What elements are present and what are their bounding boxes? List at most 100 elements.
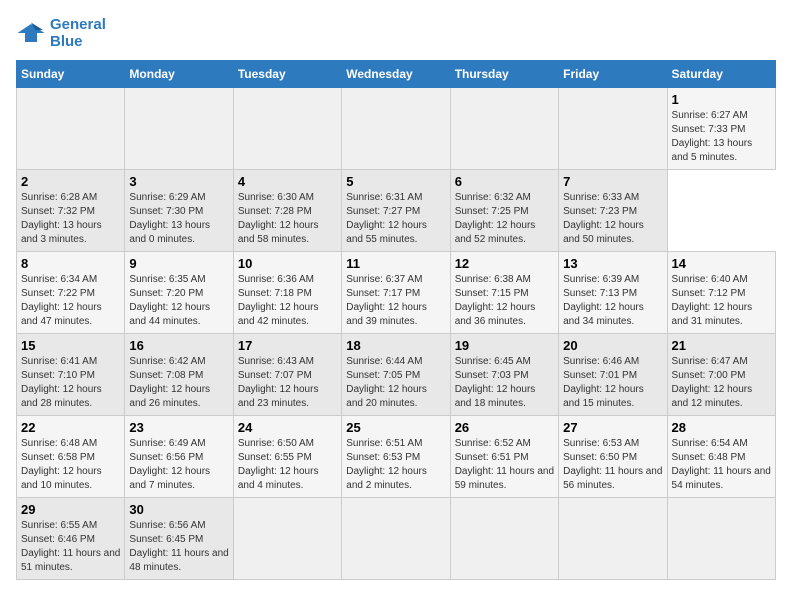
logo: General Blue	[16, 16, 106, 50]
day-info: Sunrise: 6:42 AMSunset: 7:08 PMDaylight:…	[129, 355, 228, 411]
day-number: 13	[563, 256, 662, 271]
day-number: 12	[455, 256, 554, 271]
day-number: 25	[346, 420, 445, 435]
day-info: Sunrise: 6:43 AMSunset: 7:07 PMDaylight:…	[238, 355, 337, 411]
day-number: 4	[238, 174, 337, 189]
day-cell: 7Sunrise: 6:33 AMSunset: 7:23 PMDaylight…	[559, 170, 667, 252]
day-number: 18	[346, 338, 445, 353]
day-number: 24	[238, 420, 337, 435]
day-cell: 3 Sunrise: 6:29 AMSunset: 7:30 PMDaylight…	[125, 170, 233, 252]
day-cell: 26 Sunrise: 6:52 AMSunset: 6:51 PMDayligh…	[450, 416, 558, 498]
day-cell: 13Sunrise: 6:39 AMSunset: 7:13 PMDayligh…	[559, 252, 667, 334]
day-number: 21	[672, 338, 771, 353]
day-cell: 30 Sunrise: 6:56 AMSunset: 6:45 PMDayligh…	[125, 498, 233, 580]
day-cell: 22Sunrise: 6:48 AMSunset: 6:58 PMDayligh…	[17, 416, 125, 498]
day-cell: 5 Sunrise: 6:31 AMSunset: 7:27 PMDaylight…	[342, 170, 450, 252]
day-info: Sunrise: 6:29 AMSunset: 7:30 PMDaylight:…	[129, 191, 228, 247]
day-cell: 1 Sunrise: 6:27 AMSunset: 7:33 PMDaylight…	[667, 88, 775, 170]
day-info: Sunrise: 6:31 AMSunset: 7:27 PMDaylight:…	[346, 191, 445, 247]
empty-day-cell	[17, 88, 125, 170]
day-number: 23	[129, 420, 228, 435]
empty-day-cell	[667, 498, 775, 580]
empty-day-cell	[450, 498, 558, 580]
day-number: 30	[129, 502, 228, 517]
weekday-header: Wednesday	[342, 61, 450, 88]
day-info: Sunrise: 6:27 AMSunset: 7:33 PMDaylight:…	[672, 109, 771, 165]
calendar-week-row: 1 Sunrise: 6:27 AMSunset: 7:33 PMDaylight…	[17, 88, 776, 170]
calendar-week-row: 8Sunrise: 6:34 AMSunset: 7:22 PMDaylight…	[17, 252, 776, 334]
weekday-header: Tuesday	[233, 61, 341, 88]
day-number: 14	[672, 256, 771, 271]
day-info: Sunrise: 6:32 AMSunset: 7:25 PMDaylight:…	[455, 191, 554, 247]
day-info: Sunrise: 6:52 AMSunset: 6:51 PMDaylight:…	[455, 437, 554, 493]
day-cell: 15Sunrise: 6:41 AMSunset: 7:10 PMDayligh…	[17, 334, 125, 416]
day-info: Sunrise: 6:28 AMSunset: 7:32 PMDaylight:…	[21, 191, 120, 247]
day-cell: 11 Sunrise: 6:37 AMSunset: 7:17 PMDayligh…	[342, 252, 450, 334]
empty-day-cell	[559, 88, 667, 170]
empty-day-cell	[125, 88, 233, 170]
empty-day-cell	[233, 498, 341, 580]
day-cell: 19Sunrise: 6:45 AMSunset: 7:03 PMDayligh…	[450, 334, 558, 416]
day-cell: 9Sunrise: 6:35 AMSunset: 7:20 PMDaylight…	[125, 252, 233, 334]
day-number: 26	[455, 420, 554, 435]
day-number: 6	[455, 174, 554, 189]
weekday-header: Saturday	[667, 61, 775, 88]
day-info: Sunrise: 6:41 AMSunset: 7:10 PMDaylight:…	[21, 355, 120, 411]
calendar-week-row: 15Sunrise: 6:41 AMSunset: 7:10 PMDayligh…	[17, 334, 776, 416]
day-info: Sunrise: 6:51 AMSunset: 6:53 PMDaylight:…	[346, 437, 445, 493]
weekday-header: Monday	[125, 61, 233, 88]
empty-day-cell	[559, 498, 667, 580]
day-number: 20	[563, 338, 662, 353]
day-info: Sunrise: 6:37 AMSunset: 7:17 PMDaylight:…	[346, 273, 445, 329]
empty-day-cell	[342, 88, 450, 170]
day-info: Sunrise: 6:45 AMSunset: 7:03 PMDaylight:…	[455, 355, 554, 411]
day-cell: 8Sunrise: 6:34 AMSunset: 7:22 PMDaylight…	[17, 252, 125, 334]
day-cell: 12Sunrise: 6:38 AMSunset: 7:15 PMDayligh…	[450, 252, 558, 334]
day-number: 7	[563, 174, 662, 189]
empty-day-cell	[342, 498, 450, 580]
day-cell: 29 Sunrise: 6:55 AMSunset: 6:46 PMDayligh…	[17, 498, 125, 580]
day-info: Sunrise: 6:46 AMSunset: 7:01 PMDaylight:…	[563, 355, 662, 411]
calendar-table: SundayMondayTuesdayWednesdayThursdayFrid…	[16, 60, 776, 580]
day-cell: 18 Sunrise: 6:44 AMSunset: 7:05 PMDayligh…	[342, 334, 450, 416]
day-cell: 20 Sunrise: 6:46 AMSunset: 7:01 PMDayligh…	[559, 334, 667, 416]
day-info: Sunrise: 6:55 AMSunset: 6:46 PMDaylight:…	[21, 519, 120, 575]
day-cell: 25 Sunrise: 6:51 AMSunset: 6:53 PMDayligh…	[342, 416, 450, 498]
weekday-header: Thursday	[450, 61, 558, 88]
day-cell: 23 Sunrise: 6:49 AMSunset: 6:56 PMDayligh…	[125, 416, 233, 498]
day-cell: 2 Sunrise: 6:28 AMSunset: 7:32 PMDaylight…	[17, 170, 125, 252]
day-cell: 14 Sunrise: 6:40 AMSunset: 7:12 PMDayligh…	[667, 252, 775, 334]
day-info: Sunrise: 6:44 AMSunset: 7:05 PMDaylight:…	[346, 355, 445, 411]
day-number: 9	[129, 256, 228, 271]
day-info: Sunrise: 6:54 AMSunset: 6:48 PMDaylight:…	[672, 437, 771, 493]
calendar-header: SundayMondayTuesdayWednesdayThursdayFrid…	[17, 61, 776, 88]
calendar-body: 1 Sunrise: 6:27 AMSunset: 7:33 PMDaylight…	[17, 88, 776, 580]
day-number: 3	[129, 174, 228, 189]
day-info: Sunrise: 6:50 AMSunset: 6:55 PMDaylight:…	[238, 437, 337, 493]
day-number: 11	[346, 256, 445, 271]
day-cell: 4Sunrise: 6:30 AMSunset: 7:28 PMDaylight…	[233, 170, 341, 252]
day-cell: 24 Sunrise: 6:50 AMSunset: 6:55 PMDayligh…	[233, 416, 341, 498]
day-number: 5	[346, 174, 445, 189]
day-info: Sunrise: 6:36 AMSunset: 7:18 PMDaylight:…	[238, 273, 337, 329]
calendar-week-row: 29 Sunrise: 6:55 AMSunset: 6:46 PMDayligh…	[17, 498, 776, 580]
day-number: 27	[563, 420, 662, 435]
day-info: Sunrise: 6:53 AMSunset: 6:50 PMDaylight:…	[563, 437, 662, 493]
day-number: 2	[21, 174, 120, 189]
day-number: 8	[21, 256, 120, 271]
day-number: 10	[238, 256, 337, 271]
day-info: Sunrise: 6:40 AMSunset: 7:12 PMDaylight:…	[672, 273, 771, 329]
empty-day-cell	[233, 88, 341, 170]
day-info: Sunrise: 6:56 AMSunset: 6:45 PMDaylight:…	[129, 519, 228, 575]
day-cell: 6 Sunrise: 6:32 AMSunset: 7:25 PMDaylight…	[450, 170, 558, 252]
weekday-header: Friday	[559, 61, 667, 88]
logo-text-blue: Blue	[50, 33, 106, 50]
day-cell: 28Sunrise: 6:54 AMSunset: 6:48 PMDayligh…	[667, 416, 775, 498]
day-info: Sunrise: 6:49 AMSunset: 6:56 PMDaylight:…	[129, 437, 228, 493]
day-number: 1	[672, 92, 771, 107]
day-number: 29	[21, 502, 120, 517]
day-cell: 27 Sunrise: 6:53 AMSunset: 6:50 PMDayligh…	[559, 416, 667, 498]
page-header: General Blue	[16, 16, 776, 50]
day-number: 16	[129, 338, 228, 353]
day-cell: 17Sunrise: 6:43 AMSunset: 7:07 PMDayligh…	[233, 334, 341, 416]
